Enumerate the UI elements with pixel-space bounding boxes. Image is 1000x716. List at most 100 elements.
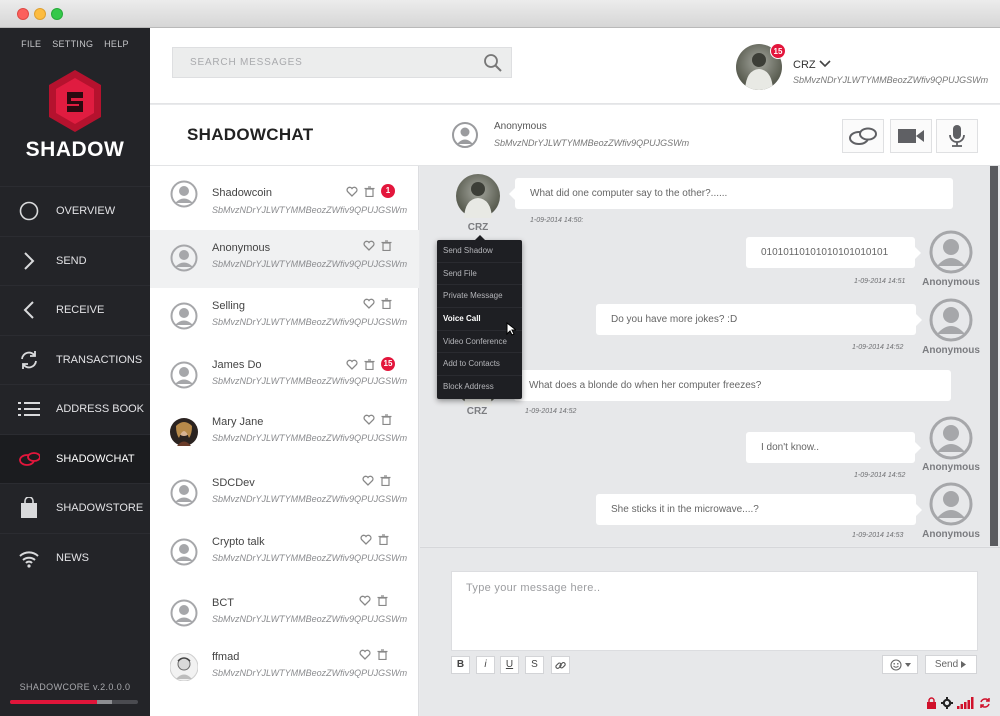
contact-address: SbMvzNDrYJLWTYMMBeozZWfiv9QPUJGSWm — [212, 433, 408, 443]
user-photo-avatar — [170, 653, 198, 681]
search-input[interactable] — [173, 48, 473, 77]
message-timestamp: 1-09-2014 14:51 — [854, 278, 906, 285]
contact-list: Shadowcoin SbMvzNDrYJLWTYMMBeozZWfiv9QPU… — [150, 166, 419, 716]
trash-icon[interactable] — [378, 534, 389, 545]
user-name[interactable]: CRZ — [793, 59, 816, 71]
version-label: SHADOWCORE v.2.0.0.0 — [19, 682, 131, 692]
list-item[interactable]: BCT SbMvzNDrYJLWTYMMBeozZWfiv9QPUJGSWm — [150, 585, 419, 643]
brand-name: SHADOW — [25, 138, 125, 161]
user-avatar-icon — [170, 479, 198, 507]
list-item[interactable]: Crypto talk SbMvzNDrYJLWTYMMBeozZWfiv9QP… — [150, 524, 419, 582]
trash-icon[interactable] — [364, 358, 375, 370]
anonymous-avatar-icon[interactable] — [929, 230, 973, 274]
chat-header: SHADOWCHAT Anonymous SbMvzNDrYJLWTYMMBeo… — [150, 105, 1000, 166]
caret-down-icon — [904, 662, 911, 667]
message-sender: Anonymous — [922, 345, 980, 356]
search-icon[interactable] — [483, 53, 503, 73]
anonymous-avatar-icon[interactable] — [929, 416, 973, 460]
menu-item-send-file[interactable]: Send File — [437, 263, 522, 286]
trash-icon[interactable] — [381, 240, 392, 251]
trash-icon[interactable] — [381, 298, 392, 309]
sidebar-item-news[interactable]: NEWS — [0, 532, 150, 583]
bold-button[interactable]: B — [451, 656, 470, 674]
sync-progress-fill — [10, 700, 98, 704]
menu-file[interactable]: FILE — [21, 39, 41, 49]
heart-icon[interactable] — [363, 414, 375, 425]
emoji-button[interactable] — [882, 655, 918, 674]
sidebar-item-shadowchat[interactable]: SHADOWCHAT — [0, 433, 150, 483]
heart-icon[interactable] — [346, 359, 358, 370]
list-item[interactable]: ffmad SbMvzNDrYJLWTYMMBeozZWfiv9QPUJGSWm — [150, 639, 419, 697]
gear-icon[interactable] — [941, 697, 953, 709]
list-item[interactable]: Selling SbMvzNDrYJLWTYMMBeozZWfiv9QPUJGS… — [150, 288, 419, 346]
sidebar: FILE SETTING HELP SHADOW OVERVIEW SEND R… — [0, 28, 150, 716]
message-input[interactable] — [452, 572, 977, 650]
list-item[interactable]: Anonymous SbMvzNDrYJLWTYMMBeozZWfiv9QPUJ… — [150, 230, 419, 288]
send-button[interactable]: Send — [925, 655, 977, 674]
menu-item-block-address[interactable]: Block Address — [437, 376, 522, 399]
trash-icon[interactable] — [364, 185, 375, 197]
sidebar-item-overview[interactable]: OVERVIEW — [0, 186, 150, 236]
close-window-button[interactable] — [17, 8, 29, 20]
menu-item-private-message[interactable]: Private Message — [437, 285, 522, 309]
send-button-label: Send — [934, 659, 959, 670]
video-camera-icon — [898, 129, 924, 143]
heart-icon[interactable] — [360, 534, 372, 545]
contact-name: James Do — [212, 359, 262, 371]
video-call-button[interactable] — [890, 119, 932, 153]
heart-icon[interactable] — [363, 240, 375, 251]
list-item[interactable]: SDCDev SbMvzNDrYJLWTYMMBeozZWfiv9QPUJGSW… — [150, 465, 419, 523]
trash-icon[interactable] — [377, 595, 388, 606]
message-sender: Anonymous — [922, 529, 980, 540]
unread-badge: 1 — [381, 184, 395, 198]
zoom-window-button[interactable] — [51, 8, 63, 20]
trash-icon[interactable] — [380, 475, 391, 486]
heart-icon[interactable] — [346, 186, 358, 197]
sync-progress-bar — [10, 700, 138, 704]
sync-icon[interactable] — [979, 697, 991, 709]
sidebar-nav: OVERVIEW SEND RECEIVE TRANSACTIONS ADDRE… — [0, 186, 150, 582]
underline-button[interactable]: U — [500, 656, 519, 674]
anonymous-avatar-icon[interactable] — [929, 298, 973, 342]
list-item[interactable]: James Do SbMvzNDrYJLWTYMMBeozZWfiv9QPUJG… — [150, 347, 419, 405]
list-item[interactable]: Shadowcoin SbMvzNDrYJLWTYMMBeozZWfiv9QPU… — [150, 166, 419, 224]
user-avatar-icon — [170, 302, 198, 330]
menu-setting[interactable]: SETTING — [52, 39, 93, 49]
sidebar-item-label: OVERVIEW — [56, 205, 116, 218]
voice-call-button[interactable] — [936, 119, 978, 153]
trash-icon[interactable] — [381, 414, 392, 425]
menu-item-send-shadow[interactable]: Send Shadow — [437, 240, 522, 263]
menu-item-add-to-contacts[interactable]: Add to Contacts — [437, 353, 522, 377]
contact-name: Shadowcoin — [212, 187, 272, 199]
sidebar-item-transactions[interactable]: TRANSACTIONS — [0, 334, 150, 385]
heart-icon[interactable] — [363, 298, 375, 309]
sidebar-item-send[interactable]: SEND — [0, 235, 150, 286]
window-titlebar — [0, 0, 1000, 28]
chat-scrollbar[interactable] — [990, 166, 998, 546]
heart-icon[interactable] — [359, 649, 371, 660]
conversation-contact-address: SbMvzNDrYJLWTYMMBeozZWfiv9QPUJGSWm — [494, 138, 690, 148]
list-item[interactable]: Mary Jane SbMvzNDrYJLWTYMMBeozZWfiv9QPUJ… — [150, 404, 419, 462]
chat-button[interactable] — [842, 119, 884, 153]
sidebar-item-shadowstore[interactable]: SHADOWSTORE — [0, 483, 150, 533]
sidebar-item-label: SHADOWCHAT — [56, 452, 135, 465]
sidebar-item-receive[interactable]: RECEIVE — [0, 285, 150, 335]
sidebar-item-address-book[interactable]: ADDRESS BOOK — [0, 384, 150, 434]
message-timestamp: 1-09-2014 14:52 — [852, 344, 904, 351]
italic-button[interactable]: i — [476, 656, 495, 674]
contact-address: SbMvzNDrYJLWTYMMBeozZWfiv9QPUJGSWm — [212, 376, 408, 386]
link-button[interactable] — [551, 656, 570, 674]
trash-icon[interactable] — [377, 649, 388, 660]
wifi-icon — [18, 547, 40, 569]
user-photo-avatar — [170, 418, 198, 446]
menu-help[interactable]: HELP — [104, 39, 129, 49]
chevron-down-icon[interactable] — [819, 59, 831, 69]
anonymous-avatar-icon[interactable] — [929, 482, 973, 526]
heart-icon[interactable] — [359, 595, 371, 606]
crz-avatar[interactable] — [456, 174, 500, 218]
minimize-window-button[interactable] — [34, 8, 46, 20]
heart-icon[interactable] — [362, 475, 374, 486]
user-notification-badge: 15 — [770, 43, 786, 59]
strikethrough-button[interactable]: S — [525, 656, 544, 674]
message-bubble: She sticks it in the microwave....? — [596, 494, 922, 525]
